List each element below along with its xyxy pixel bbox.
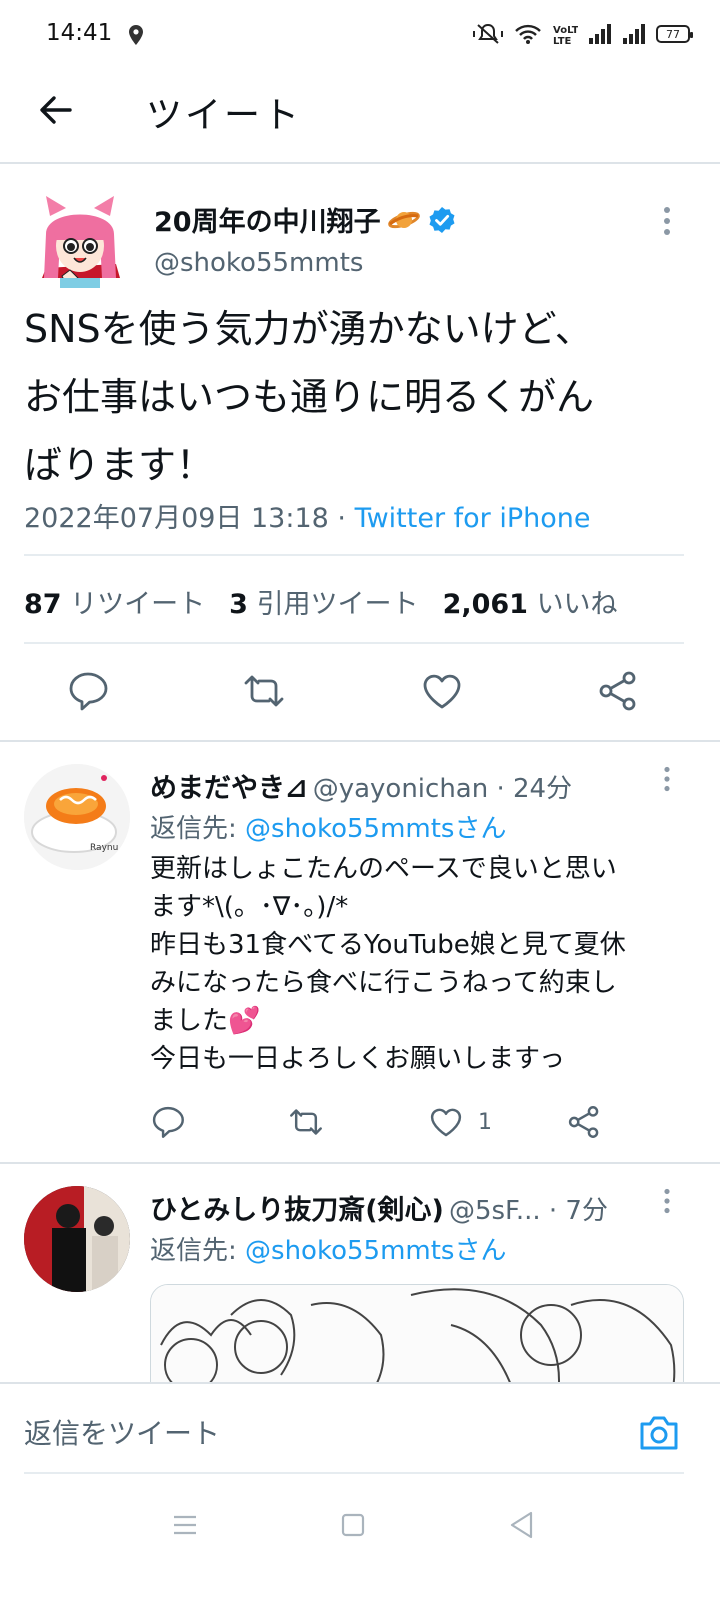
like-icon[interactable] xyxy=(420,669,464,713)
svg-text:LTE: LTE xyxy=(553,36,572,46)
reply-tweet[interactable]: ひとみしり抜刀斎(剣心) @5sF... · 7分 返信先: @shoko55m… xyxy=(0,1164,720,1382)
avatar[interactable] xyxy=(36,194,124,290)
tweet-text-line: お仕事はいつも通りに明るくがん xyxy=(24,375,595,419)
back-triangle-icon[interactable] xyxy=(508,1510,534,1540)
tweet-meta: 2022年07月09日 13:18 · Twitter for iPhone xyxy=(24,496,591,535)
author-name[interactable]: 20周年の中川翔子 xyxy=(154,200,381,239)
reply-text-line: ました💕 xyxy=(150,1006,261,1036)
avatar[interactable]: Raynu xyxy=(24,764,130,870)
tweet-source[interactable]: Twitter for iPhone xyxy=(355,503,591,534)
reply-text-line: 今日も一日よろしくお願いしますっ xyxy=(150,1044,565,1074)
tweet-text: SNSを使う気力が湧かないけど、 お仕事はいつも通りに明るくがん ばります！ xyxy=(24,300,704,494)
share-icon[interactable] xyxy=(566,1104,602,1140)
divider xyxy=(24,554,684,556)
reply-time: · 7分 xyxy=(540,1196,608,1226)
retweets-stat[interactable]: 87 リツイート xyxy=(24,582,205,621)
share-icon[interactable] xyxy=(596,669,640,713)
system-nav-bar xyxy=(0,1472,720,1600)
arrow-left-icon[interactable] xyxy=(36,90,76,130)
retweet-icon[interactable] xyxy=(288,1104,324,1140)
reply-to-prefix: 返信先: xyxy=(150,1236,246,1266)
volte-icon: VoLTE LTE xyxy=(553,25,578,46)
signal-icon xyxy=(623,24,645,44)
reply-author-name[interactable]: めまだやき⊿ xyxy=(150,773,308,804)
like-icon[interactable] xyxy=(428,1104,464,1140)
reply-text-line: みになったら食べに行こうねって約束し xyxy=(150,968,617,998)
compose-bar: 返信をツイート xyxy=(0,1382,720,1474)
like-count: 1 xyxy=(478,1109,492,1135)
home-icon[interactable] xyxy=(340,1512,366,1538)
likes-stat[interactable]: 2,061 いいね xyxy=(443,582,618,621)
tweet-stats: 87 リツイート 3 引用ツイート 2,061 いいね xyxy=(24,582,618,621)
more-options-icon[interactable] xyxy=(662,1188,672,1214)
tweet-timestamp[interactable]: 2022年07月09日 13:18 · xyxy=(24,503,355,534)
divider xyxy=(24,642,684,644)
reply-header: めまだやき⊿ @yayonichan · 24分 xyxy=(150,766,572,805)
status-time: 14:41 xyxy=(46,20,113,46)
reply-media-image[interactable] xyxy=(150,1284,684,1382)
status-icons: VoLTE LTE 77 xyxy=(472,22,693,46)
top-bar: ツイート xyxy=(0,70,720,164)
more-options-icon[interactable] xyxy=(662,206,672,236)
reply-tweet[interactable]: Raynu めまだやき⊿ @yayonichan · 24分 返信先: @sho… xyxy=(0,742,720,1162)
more-options-icon[interactable] xyxy=(662,766,672,792)
reply-text-line: 更新はしょこたんのペースで良いと思い xyxy=(150,854,617,884)
reply-icon[interactable] xyxy=(150,1104,186,1140)
reply-to-handle[interactable]: @shoko55mmtsさん xyxy=(245,814,506,844)
svg-text:Raynu: Raynu xyxy=(90,843,118,853)
menu-icon[interactable] xyxy=(172,1512,198,1538)
svg-text:VoLTE: VoLTE xyxy=(553,25,578,36)
reply-text-line: ます*\(。･∇･。)/* xyxy=(150,892,349,922)
reply-to: 返信先: @shoko55mmtsさん xyxy=(150,1230,506,1267)
reply-text-line: 昨日も31食べてるYouTube娘と見て夏休 xyxy=(150,930,626,960)
reply-to-prefix: 返信先: xyxy=(150,814,246,844)
retweets-count: 87 xyxy=(24,589,62,620)
reply-like[interactable]: 1 xyxy=(428,1104,492,1140)
reply-author-handle[interactable]: @5sF... xyxy=(449,1196,541,1226)
camera-icon[interactable] xyxy=(638,1414,680,1452)
main-tweet: 20周年の中川翔子 @shoko55mmts SNSを使う気力が湧かないけど、 … xyxy=(0,164,720,740)
wifi-icon xyxy=(515,24,541,44)
likes-label: いいね xyxy=(536,589,618,620)
tweet-text-line: SNSを使う気力が湧かないけど、 xyxy=(24,307,593,351)
tweet-text-line: ばります！ xyxy=(24,443,215,487)
quotes-stat[interactable]: 3 引用ツイート xyxy=(229,582,418,621)
page-title: ツイート xyxy=(146,95,303,136)
retweet-icon[interactable] xyxy=(242,669,286,713)
author-handle[interactable]: @shoko55mmts xyxy=(154,248,363,278)
reply-to-handle[interactable]: @shoko55mmtsさん xyxy=(245,1236,506,1266)
author-name-row: 20周年の中川翔子 xyxy=(154,200,457,239)
reply-input[interactable]: 返信をツイート xyxy=(24,1412,220,1452)
likes-count: 2,061 xyxy=(442,589,528,620)
reply-author-name[interactable]: ひとみしり抜刀斎(剣心) xyxy=(150,1195,444,1226)
reply-text: 更新はしょこたんのペースで良いと思い ます*\(。･∇･。)/* 昨日も31食べ… xyxy=(150,850,700,1078)
reply-time: · 24分 xyxy=(488,774,573,804)
planet-emoji-icon xyxy=(387,211,420,228)
quotes-label: 引用ツイート xyxy=(256,589,419,620)
avatar[interactable] xyxy=(24,1186,130,1292)
verified-badge-icon xyxy=(429,206,455,233)
mute-icon xyxy=(473,23,503,44)
reply-author-handle[interactable]: @yayonichan xyxy=(313,774,489,804)
battery-icon: 77 xyxy=(656,25,693,43)
location-icon xyxy=(129,25,143,45)
reply-to: 返信先: @shoko55mmtsさん xyxy=(150,808,506,845)
reply-header: ひとみしり抜刀斎(剣心) @5sF... · 7分 xyxy=(150,1188,608,1227)
signal-icon xyxy=(589,24,611,44)
status-bar: 14:41 VoLTE LTE 77 xyxy=(0,0,720,70)
quotes-count: 3 xyxy=(229,589,248,620)
reply-icon[interactable] xyxy=(66,669,110,713)
retweets-label: リツイート xyxy=(70,589,206,620)
